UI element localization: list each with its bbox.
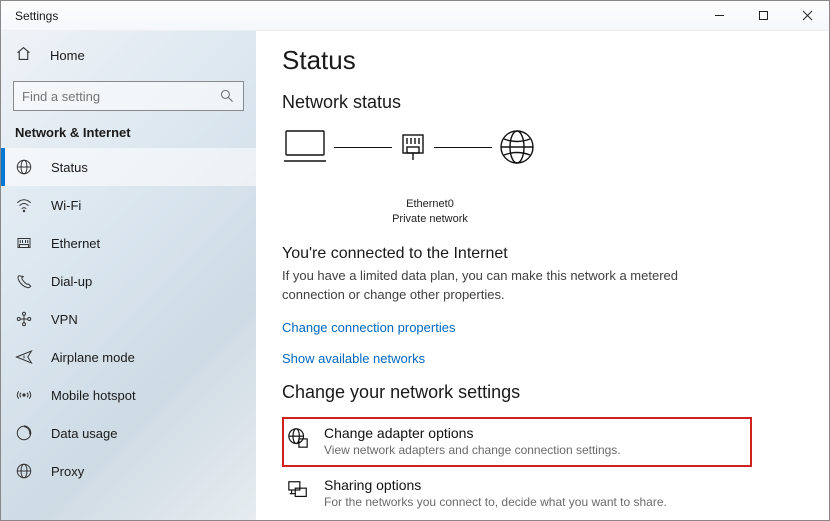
sidebar-item-label: VPN — [51, 312, 78, 327]
hotspot-icon — [15, 386, 33, 404]
search-icon — [219, 88, 235, 104]
setting-desc: For the networks you connect to, decide … — [324, 495, 667, 509]
main-content: Status Network status Ethe — [256, 31, 829, 520]
home-label: Home — [50, 48, 85, 63]
vpn-icon — [15, 310, 33, 328]
sidebar-item-label: Dial-up — [51, 274, 92, 289]
sidebar-item-label: Wi-Fi — [51, 198, 81, 213]
sidebar-item-ethernet[interactable]: Ethernet — [1, 224, 256, 262]
sidebar-nav: Status Wi-Fi Ethernet — [1, 148, 256, 490]
sidebar-item-label: Status — [51, 160, 88, 175]
sidebar-item-label: Airplane mode — [51, 350, 135, 365]
status-icon — [15, 158, 33, 176]
sidebar-item-status[interactable]: Status — [1, 148, 256, 186]
sidebar-item-label: Ethernet — [51, 236, 100, 251]
sidebar-item-wifi[interactable]: Wi-Fi — [1, 186, 256, 224]
connected-desc: If you have a limited data plan, you can… — [282, 267, 712, 305]
diagram-caption: Ethernet0 Private network — [370, 197, 490, 227]
title-bar: Settings — [1, 1, 829, 31]
sidebar-item-dialup[interactable]: Dial-up — [1, 262, 256, 300]
adapter-icon — [398, 132, 428, 190]
adapter-options-icon — [286, 425, 310, 449]
page-title: Status — [282, 45, 803, 76]
maximize-button[interactable] — [741, 1, 785, 31]
sidebar-section-title: Network & Internet — [1, 125, 256, 148]
setting-title: Change adapter options — [324, 425, 621, 441]
sidebar: Home Network & Internet Status — [1, 31, 256, 520]
sidebar-item-label: Proxy — [51, 464, 84, 479]
window-title: Settings — [1, 9, 58, 23]
sidebar-item-airplane[interactable]: Airplane mode — [1, 338, 256, 376]
search-input[interactable] — [22, 89, 219, 104]
setting-desc: View network adapters and change connect… — [324, 443, 621, 457]
show-available-networks-link[interactable]: Show available networks — [282, 351, 803, 366]
sidebar-item-vpn[interactable]: VPN — [1, 300, 256, 338]
sidebar-item-label: Data usage — [51, 426, 118, 441]
network-diagram — [282, 127, 803, 195]
sharing-options-row[interactable]: Sharing options For the networks you con… — [282, 469, 752, 519]
minimize-button[interactable] — [697, 1, 741, 31]
airplane-icon — [15, 348, 33, 366]
home-icon — [15, 45, 32, 65]
ethernet-icon — [15, 234, 33, 252]
sidebar-item-datausage[interactable]: Data usage — [1, 414, 256, 452]
change-adapter-options-row[interactable]: Change adapter options View network adap… — [282, 417, 752, 467]
network-status-heading: Network status — [282, 92, 803, 113]
connected-heading: You're connected to the Internet — [282, 245, 803, 263]
change-network-settings-heading: Change your network settings — [282, 382, 803, 403]
proxy-icon — [15, 462, 33, 480]
dialup-icon — [15, 272, 33, 290]
datausage-icon — [15, 424, 33, 442]
sidebar-item-proxy[interactable]: Proxy — [1, 452, 256, 490]
close-button[interactable] — [785, 1, 829, 31]
search-box[interactable] — [13, 81, 244, 111]
sidebar-item-hotspot[interactable]: Mobile hotspot — [1, 376, 256, 414]
network-type: Private network — [370, 212, 490, 227]
change-connection-properties-link[interactable]: Change connection properties — [282, 320, 803, 335]
wifi-icon — [15, 196, 33, 214]
setting-title: Sharing options — [324, 477, 667, 493]
adapter-name: Ethernet0 — [370, 197, 490, 212]
pc-icon — [282, 127, 328, 195]
globe-icon — [498, 128, 536, 194]
sidebar-item-label: Mobile hotspot — [51, 388, 136, 403]
home-button[interactable]: Home — [1, 37, 256, 75]
settings-window: Settings Home Networ — [0, 0, 830, 521]
sharing-icon — [286, 477, 310, 501]
